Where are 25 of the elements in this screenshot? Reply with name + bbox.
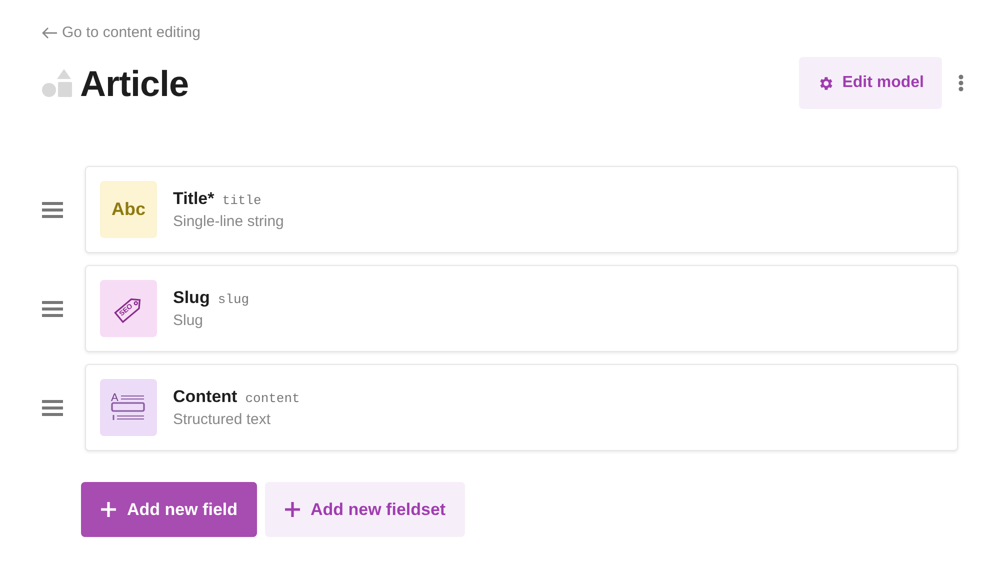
plus-icon: [284, 501, 300, 518]
back-link[interactable]: Go to content editing: [42, 22, 200, 44]
field-card[interactable]: A Content content Structured text: [85, 364, 958, 452]
field-label: Title*: [173, 188, 214, 210]
back-arrow-icon: [42, 27, 58, 40]
more-icon[interactable]: [958, 74, 964, 92]
edit-model-button[interactable]: Edit model: [799, 57, 942, 110]
field-type: Structured text: [173, 410, 272, 430]
drag-handle-icon[interactable]: [42, 202, 63, 218]
field-api-key: title: [222, 190, 262, 210]
field-card[interactable]: Abc Title* title Single-line string: [85, 166, 958, 254]
add-fieldset-button[interactable]: Add new fieldset: [264, 482, 465, 538]
shapes-icon: [42, 68, 72, 98]
drag-handle-icon[interactable]: [42, 400, 63, 416]
add-field-button[interactable]: Add new field: [81, 482, 256, 538]
field-api-key: content: [245, 388, 300, 408]
field-label: Content: [173, 386, 238, 408]
page-title: Article: [80, 62, 189, 105]
text-field-icon: Abc: [100, 181, 157, 238]
plus-icon: [100, 501, 117, 518]
drag-handle-icon[interactable]: [42, 300, 63, 317]
field-type: Single-line string: [173, 212, 284, 232]
field-type: Slug: [173, 311, 204, 332]
field-api-key: slug: [218, 290, 250, 310]
field-label: Slug: [173, 286, 210, 309]
